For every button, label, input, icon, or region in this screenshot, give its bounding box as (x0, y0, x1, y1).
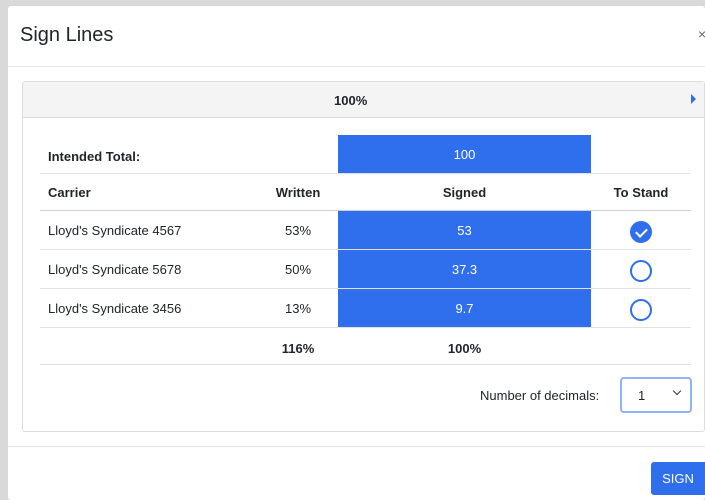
modal-header: Sign Lines × (8, 6, 705, 67)
caret-right-icon[interactable] (691, 94, 696, 104)
panel-header-label: 100% (334, 93, 368, 108)
modal-title: Sign Lines (20, 24, 114, 46)
signed-value[interactable]: 37.3 (338, 262, 591, 277)
decimals-select[interactable]: 1 (620, 377, 692, 413)
written-value: 13% (284, 301, 312, 316)
totals-divider (40, 364, 691, 365)
column-header-to-stand: To Stand (613, 185, 669, 200)
carrier-name: Lloyd's Syndicate 4567 (48, 223, 182, 238)
written-total: 116% (281, 341, 315, 356)
carrier-name: Lloyd's Syndicate 3456 (48, 301, 182, 316)
row-divider (40, 327, 691, 328)
intended-total-value[interactable]: 100 (338, 147, 591, 162)
sign-lines-modal: Sign Lines × 100% Intended Total: 100 Ca… (8, 6, 705, 500)
signed-total: 100% (447, 341, 482, 356)
signed-value[interactable]: 53 (338, 223, 591, 238)
column-header-carrier: Carrier (48, 185, 91, 200)
sign-button[interactable]: SIGN (651, 462, 705, 495)
close-icon[interactable]: × (698, 26, 705, 42)
to-stand-radio[interactable] (630, 299, 652, 321)
to-stand-radio[interactable] (630, 260, 652, 282)
column-header-written: Written (275, 185, 321, 200)
header-divider (40, 210, 691, 211)
row-divider (40, 249, 691, 250)
row-divider (40, 173, 691, 174)
decimals-value: 1 (638, 388, 646, 403)
to-stand-radio-checked[interactable] (630, 221, 652, 243)
intended-total-label: Intended Total: (48, 149, 141, 164)
row-divider (40, 288, 691, 289)
footer-divider (8, 446, 705, 447)
decimals-label: Number of decimals: (480, 388, 600, 403)
signed-value[interactable]: 9.7 (338, 301, 591, 316)
written-value: 50% (284, 262, 312, 277)
column-header-signed: Signed (442, 185, 487, 200)
written-value: 53% (284, 223, 312, 238)
panel-header[interactable]: 100% (23, 82, 704, 118)
carrier-name: Lloyd's Syndicate 5678 (48, 262, 182, 277)
chevron-down-icon (672, 386, 682, 396)
